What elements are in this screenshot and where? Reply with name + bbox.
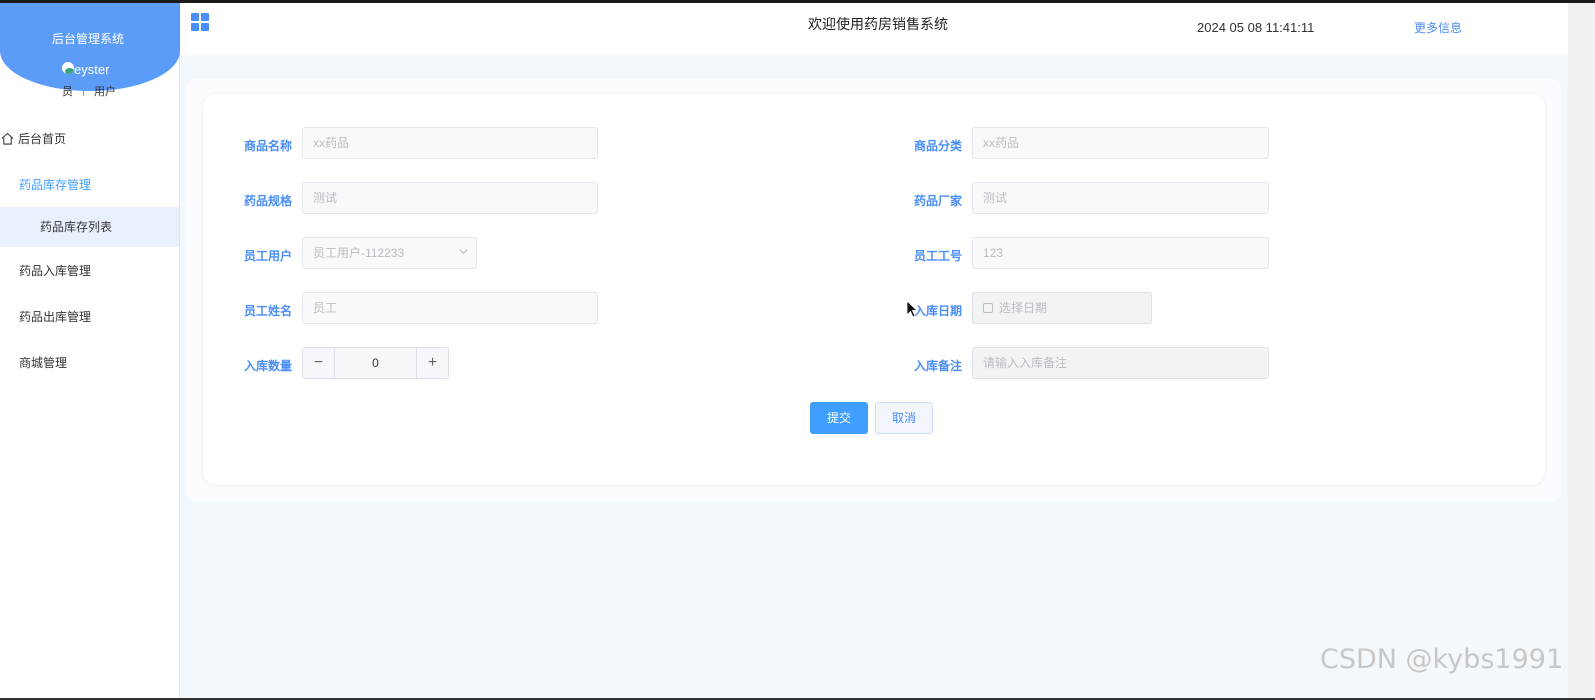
cancel-button[interactable]: 取消 [875, 402, 933, 434]
page-welcome-title: 欢迎使用药房销售系统 [808, 16, 948, 32]
stock-note-label: 入库备注 [913, 359, 962, 373]
sidebar-item-stock-out[interactable]: 药品出库管理 [0, 297, 179, 337]
user-role-right: 用户 [94, 86, 116, 98]
submit-button[interactable]: 提交 [810, 402, 868, 434]
drug-manufacturer-label: 药品厂家 [913, 194, 962, 208]
stock-note-field[interactable]: 请输入入库备注 [972, 347, 1269, 379]
product-category-field[interactable]: xx药品 [972, 127, 1269, 159]
employee-id-label: 员工工号 [913, 249, 962, 263]
more-info-link[interactable]: 更多信息 [1414, 19, 1462, 36]
watermark: CSDN @kybs1991 [1320, 644, 1564, 675]
mouse-cursor-icon [906, 300, 918, 318]
sidebar-item-label: 后台首页 [18, 132, 67, 146]
stock-date-picker[interactable]: 选择日期 [972, 292, 1152, 324]
employee-id-field[interactable]: 123 [972, 237, 1269, 269]
avatar[interactable] [62, 62, 74, 74]
stock-qty-label: 入库数量 [243, 359, 292, 373]
system-title: 后台管理系统 [51, 32, 124, 46]
menu-toggle-icon[interactable] [191, 13, 209, 31]
chevron-down-icon [459, 249, 468, 255]
drug-manufacturer-field[interactable]: 测试 [972, 182, 1269, 214]
product-name-label: 商品名称 [243, 139, 292, 153]
employee-user-label: 员工用户 [243, 249, 292, 263]
page-scrollbar[interactable] [1568, 3, 1595, 698]
sidebar: 后台管理系统 eyster 员 用户 后台首页 药品库存管理 药品库存列表 药品入… [0, 3, 180, 698]
home-icon [1, 132, 14, 145]
employee-user-select[interactable]: 员工用户-112233 [302, 237, 477, 269]
sidebar-item-label: 商城管理 [19, 356, 68, 370]
product-name-field[interactable]: xx药品 [302, 127, 598, 159]
stock-date-label: 入库日期 [913, 304, 962, 318]
sidebar-header [0, 3, 180, 91]
product-category-label: 商品分类 [913, 139, 962, 153]
decrement-button[interactable]: − [303, 348, 335, 378]
sidebar-item-inventory[interactable]: 药品库存管理 [0, 165, 179, 205]
sidebar-item-label: 药品出库管理 [19, 310, 92, 324]
employee-user-value: 员工用户-112233 [313, 246, 405, 260]
calendar-icon [983, 303, 993, 313]
sidebar-item-home[interactable]: 后台首页 [0, 119, 179, 159]
sidebar-item-mall[interactable]: 商城管理 [0, 343, 179, 383]
user-role-left: 员 [62, 86, 73, 98]
sidebar-item-stock-in[interactable]: 药品入库管理 [0, 251, 179, 291]
sidebar-item-label: 药品入库管理 [19, 264, 92, 278]
employee-name-field[interactable]: 员工 [302, 292, 598, 324]
stock-date-placeholder: 选择日期 [999, 301, 1048, 315]
increment-button[interactable]: + [416, 348, 448, 378]
drug-spec-label: 药品规格 [243, 194, 292, 208]
header-datetime: 2024 05 08 11:41:11 [1197, 20, 1315, 35]
sidebar-item-label: 药品库存管理 [19, 178, 92, 192]
employee-name-label: 员工姓名 [243, 304, 292, 318]
role-divider [83, 86, 84, 96]
stock-qty-value[interactable]: 0 [335, 348, 416, 378]
user-name: eyster [74, 62, 110, 77]
stock-qty-stepper: − 0 + [302, 347, 449, 379]
top-header: 欢迎使用药房销售系统 2024 05 08 11:41:11 更多信息 [180, 3, 1568, 55]
drug-spec-field[interactable]: 测试 [302, 182, 598, 214]
user-role: 员 用户 [62, 83, 116, 99]
sidebar-item-label: 药品库存列表 [40, 220, 113, 234]
sidebar-item-inventory-list[interactable]: 药品库存列表 [0, 207, 179, 247]
